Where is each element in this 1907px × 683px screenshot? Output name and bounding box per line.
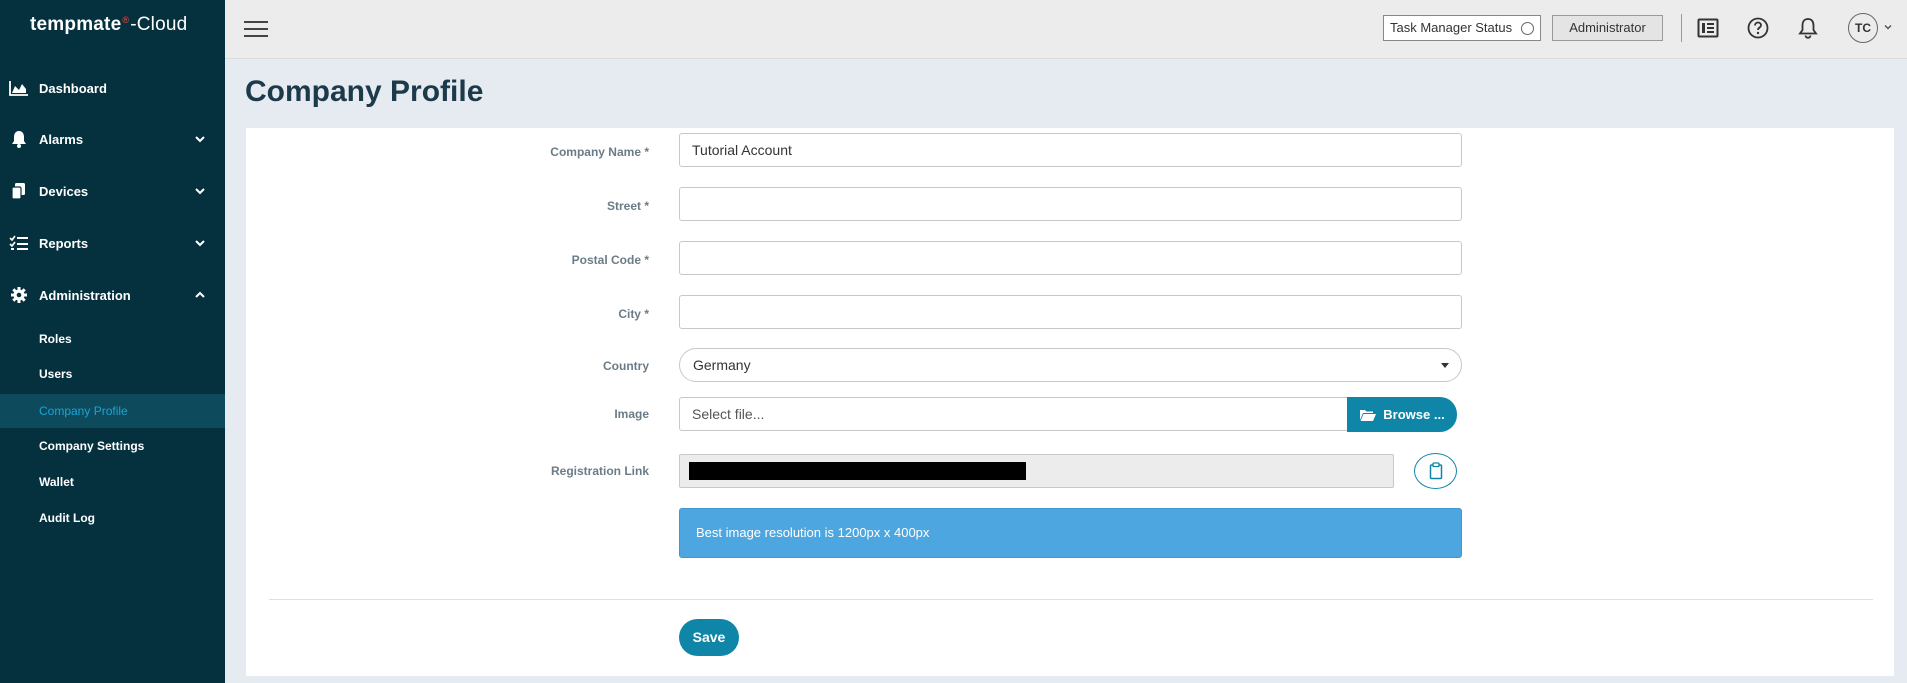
- city-field[interactable]: [679, 295, 1462, 329]
- sidebar-item-devices[interactable]: Devices: [0, 171, 225, 211]
- city-label: City *: [618, 307, 649, 321]
- gear-icon: [9, 285, 29, 305]
- sidebar-subitem-company-profile[interactable]: Company Profile: [0, 394, 225, 428]
- country-selected-value: Germany: [693, 357, 751, 373]
- divider: [1681, 14, 1682, 42]
- country-label: Country: [603, 359, 649, 373]
- notification-bell-icon[interactable]: [1795, 15, 1821, 41]
- list-check-icon: [9, 233, 29, 253]
- avatar[interactable]: TC: [1848, 13, 1878, 43]
- company-profile-form: Company Name * Street * Postal Code * Ci…: [246, 128, 1894, 676]
- folder-open-icon: [1360, 409, 1377, 421]
- sidebar-subitem-users[interactable]: Users: [0, 357, 225, 391]
- sidebar-item-reports[interactable]: Reports: [0, 223, 225, 263]
- company-name-label: Company Name *: [550, 145, 649, 159]
- bell-icon: [9, 129, 29, 149]
- sidebar-item-label: Dashboard: [39, 80, 107, 96]
- chevron-up-icon: [195, 291, 205, 298]
- sidebar-item-label: Administration: [39, 287, 131, 303]
- street-label: Street *: [606, 199, 649, 213]
- sidebar-subitem-label: Roles: [39, 332, 72, 346]
- image-label: Image: [614, 407, 649, 421]
- sidebar-item-dashboard[interactable]: Dashboard: [0, 68, 225, 108]
- save-button[interactable]: Save: [679, 619, 739, 656]
- image-file-input[interactable]: Select file...: [679, 397, 1347, 431]
- sidebar: tempmate®-Cloud Dashboard Alarms Devices…: [0, 0, 225, 683]
- redacted-link: [689, 462, 1026, 480]
- sidebar-subitem-label: Company Settings: [39, 439, 145, 453]
- sidebar-subitem-label: Company Profile: [39, 404, 128, 418]
- sidebar-item-alarms[interactable]: Alarms: [0, 119, 225, 159]
- devices-icon: [9, 181, 29, 201]
- task-manager-status-label: Task Manager Status: [1390, 20, 1513, 35]
- sidebar-item-label: Reports: [39, 235, 89, 251]
- chevron-down-icon[interactable]: [1883, 22, 1893, 32]
- sidebar-item-label: Alarms: [39, 131, 84, 147]
- role-button[interactable]: Administrator: [1552, 15, 1663, 41]
- help-icon[interactable]: [1745, 15, 1771, 41]
- topbar: Task Manager Status Administrator TC: [225, 0, 1907, 59]
- browse-button-label: Browse ...: [1383, 407, 1445, 422]
- brand-logo[interactable]: tempmate®-Cloud: [30, 14, 187, 36]
- divider: [269, 599, 1873, 600]
- sidebar-subitem-company-settings[interactable]: Company Settings: [0, 429, 225, 463]
- company-name-field[interactable]: [679, 133, 1462, 167]
- sidebar-subitem-label: Audit Log: [39, 511, 95, 525]
- copy-link-button[interactable]: [1414, 453, 1457, 489]
- clipboard-icon: [1429, 462, 1442, 480]
- chevron-down-icon: [195, 188, 205, 195]
- task-manager-status[interactable]: Task Manager Status: [1383, 15, 1541, 41]
- registration-link-label: Registration Link: [550, 464, 649, 478]
- status-indicator-icon: [1521, 22, 1534, 35]
- chevron-down-icon: [195, 136, 205, 143]
- sidebar-item-label: Devices: [39, 183, 89, 199]
- page-title: Company Profile: [245, 75, 484, 108]
- registration-link-field[interactable]: [679, 454, 1394, 488]
- postal-code-field[interactable]: [679, 241, 1462, 275]
- browse-button[interactable]: Browse ...: [1347, 397, 1457, 432]
- chevron-down-icon: [195, 240, 205, 247]
- caret-down-icon: [1441, 363, 1449, 368]
- sidebar-subitem-label: Users: [39, 367, 73, 381]
- sidebar-subitem-roles[interactable]: Roles: [0, 322, 225, 356]
- image-resolution-info: Best image resolution is 1200px x 400px: [679, 508, 1462, 558]
- sidebar-subitem-wallet[interactable]: Wallet: [0, 465, 225, 499]
- chart-area-icon: [9, 78, 29, 98]
- sidebar-item-administration[interactable]: Administration: [0, 275, 225, 315]
- release-notes-icon[interactable]: [1695, 15, 1721, 41]
- menu-toggle-icon[interactable]: [244, 21, 268, 39]
- sidebar-subitem-label: Wallet: [39, 475, 74, 489]
- country-select[interactable]: Germany: [679, 348, 1462, 382]
- postal-code-label: Postal Code *: [571, 253, 649, 267]
- street-field[interactable]: [679, 187, 1462, 221]
- sidebar-subitem-audit-log[interactable]: Audit Log: [0, 501, 225, 535]
